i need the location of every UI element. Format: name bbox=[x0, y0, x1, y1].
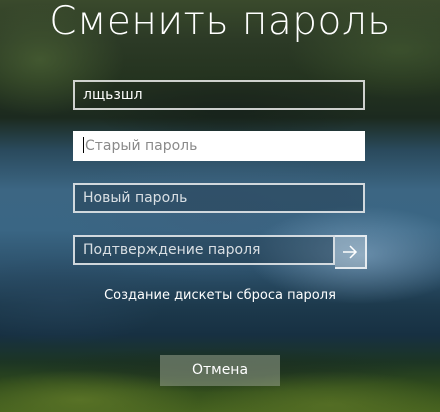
old-password-field[interactable]: Старый пароль bbox=[73, 131, 365, 161]
submit-button[interactable] bbox=[335, 235, 367, 269]
old-password-placeholder: Старый пароль bbox=[85, 138, 198, 154]
cancel-button[interactable]: Отмена bbox=[160, 355, 280, 386]
arrow-right-icon bbox=[343, 245, 358, 259]
confirm-password-field[interactable]: Подтверждение пароля bbox=[73, 235, 335, 265]
confirm-password-placeholder: Подтверждение пароля bbox=[83, 242, 261, 258]
create-reset-disk-link[interactable]: Создание дискеты сброса пароля bbox=[0, 288, 440, 303]
username-value: лщьзшл bbox=[83, 87, 143, 103]
new-password-placeholder: Новый пароль bbox=[83, 190, 188, 206]
text-caret bbox=[83, 137, 84, 153]
page-title: Сменить пароль bbox=[49, 0, 391, 44]
username-field[interactable]: лщьзшл bbox=[73, 80, 365, 110]
new-password-field[interactable]: Новый пароль bbox=[73, 183, 365, 213]
